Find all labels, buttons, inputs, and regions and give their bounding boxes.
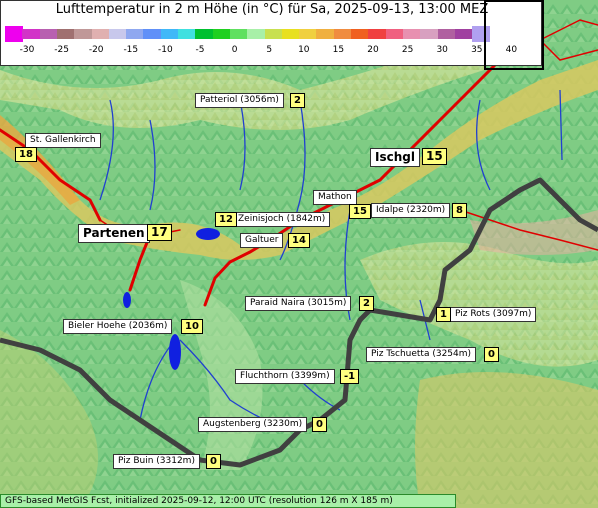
temperature-value-badge: 1 <box>436 307 451 322</box>
scale-swatch <box>247 29 265 39</box>
place-name-label: Zeinisjoch (1842m) <box>233 212 331 227</box>
temperature-value-badge: 0 <box>206 454 221 469</box>
scale-tick-label: -15 <box>123 45 139 55</box>
scale-swatch <box>5 26 23 42</box>
temperature-value-badge: 12 <box>215 212 237 227</box>
place-name-label: Bieler Hoehe (2036m) <box>63 319 173 334</box>
scale-swatch <box>195 29 214 39</box>
scale-swatch <box>368 29 387 39</box>
scale-swatch <box>351 29 369 39</box>
temperature-value-badge: -1 <box>340 369 360 384</box>
place-name-label: Piz Buin (3312m) <box>113 454 200 469</box>
scale-swatch <box>281 29 300 39</box>
scale-swatch <box>126 29 144 39</box>
place-name-label: Galtuer <box>240 233 284 248</box>
temperature-value-badge: 0 <box>484 347 499 362</box>
place-name-label: Paraid Naira (3015m) <box>245 296 352 311</box>
scale-swatch <box>212 29 231 39</box>
scale-swatch <box>229 29 248 39</box>
place-name-label: Partenen <box>78 224 150 243</box>
scale-tick-label: 25 <box>401 45 414 55</box>
scale-tick-label: 10 <box>298 45 310 55</box>
place-name-label: Idalpe (2320m) <box>371 203 451 218</box>
place-name-label: Ischgl <box>370 148 420 167</box>
place-name-label: Piz Tschuetta (3254m) <box>366 347 477 362</box>
temperature-value-badge: 10 <box>181 319 203 334</box>
place-name-label: Patteriol (3056m) <box>195 93 284 108</box>
place-name-label: Piz Rots (3097m) <box>450 307 537 322</box>
scale-tick-label: 20 <box>367 45 379 55</box>
scale-swatch <box>299 29 317 39</box>
temperature-value-badge: 0 <box>312 417 327 432</box>
scale-swatch <box>160 29 179 39</box>
scale-tick-label: 5 <box>266 45 273 55</box>
scale-swatch <box>437 29 456 39</box>
scale-swatch <box>420 29 438 39</box>
scale-swatch <box>264 29 283 39</box>
legend-panel: Lufttemperatur in 2 m Höhe (in °C) für S… <box>0 0 542 66</box>
scale-swatch <box>454 29 473 39</box>
scale-swatch <box>91 29 110 39</box>
scale-swatch <box>39 29 58 39</box>
temperature-value-badge: 14 <box>288 233 310 248</box>
inset-frame <box>484 0 544 70</box>
scale-swatch <box>56 29 75 39</box>
scale-swatch <box>333 29 352 39</box>
map-title: Lufttemperatur in 2 m Höhe (in °C) für S… <box>55 2 489 17</box>
scale-tick-label: -20 <box>88 45 104 55</box>
scale-swatch <box>74 29 92 39</box>
temperature-value-badge: 2 <box>290 93 305 108</box>
temperature-value-badge: 15 <box>422 148 447 165</box>
place-name-label: St. Gallenkirch <box>25 133 101 148</box>
scale-tick-label: -10 <box>158 45 173 55</box>
scale-tick-label: 30 <box>436 45 448 55</box>
scale-swatch <box>178 29 196 39</box>
scale-swatch <box>143 29 162 39</box>
place-name-label: Augstenberg (3230m) <box>198 417 308 432</box>
temperature-value-badge: 18 <box>15 147 37 162</box>
temperature-value-badge: 17 <box>147 224 172 241</box>
temperature-map: Lufttemperatur in 2 m Höhe (in °C) für S… <box>0 0 598 508</box>
forecast-footer: GFS-based MetGIS Fcst, initialized 2025-… <box>0 494 456 508</box>
temperature-value-badge: 8 <box>452 203 467 218</box>
place-name-label: Fluchthorn (3399m) <box>235 369 335 384</box>
scale-tick-label: -25 <box>54 45 69 55</box>
scale-swatch <box>385 29 404 39</box>
scale-tick-label: -5 <box>195 45 205 55</box>
temperature-value-badge: 15 <box>349 204 371 219</box>
scale-tick-label: -30 <box>19 45 35 55</box>
scale-tick-label: 15 <box>332 45 345 55</box>
place-name-label: Mathon <box>313 190 357 205</box>
scale-swatch <box>402 29 421 39</box>
scale-swatch <box>108 29 127 39</box>
scale-swatch <box>316 29 335 39</box>
scale-swatch <box>22 29 41 39</box>
scale-tick-label: 0 <box>231 45 238 55</box>
temperature-value-badge: 2 <box>359 296 374 311</box>
